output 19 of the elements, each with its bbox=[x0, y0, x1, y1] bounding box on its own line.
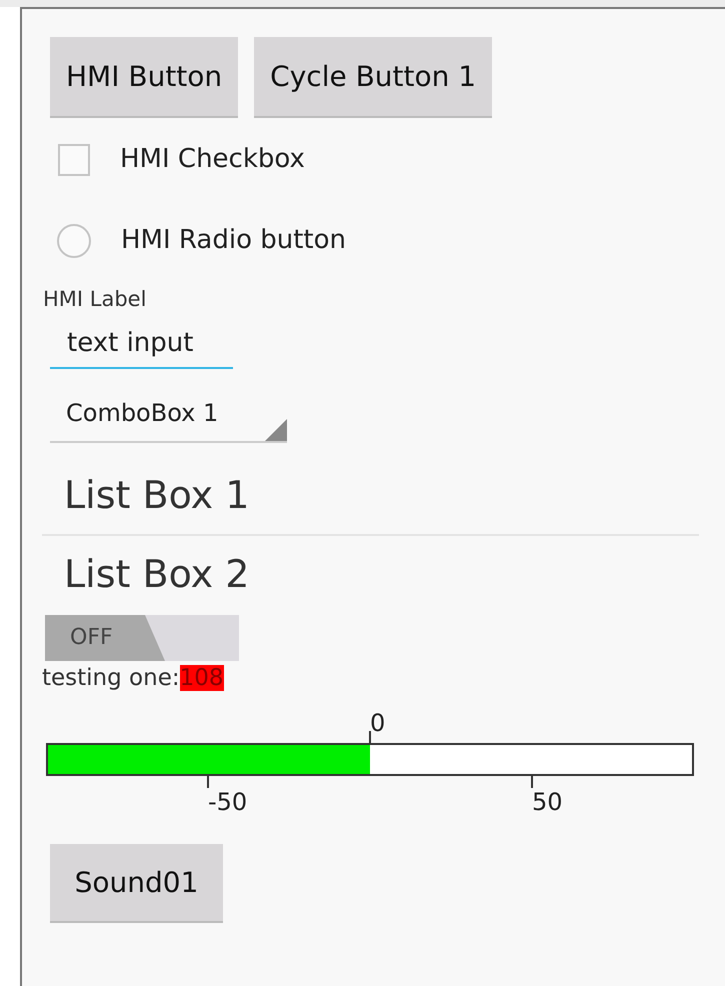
list-item[interactable]: List Box 2 bbox=[50, 536, 725, 612]
combobox[interactable]: ComboBox 1 bbox=[50, 390, 287, 442]
sound-button[interactable]: Sound01 bbox=[50, 844, 223, 921]
radio-label: HMI Radio button bbox=[121, 224, 346, 257]
text-input[interactable]: text input bbox=[50, 324, 233, 368]
dropdown-corner-icon bbox=[265, 418, 287, 440]
checkbox-label: HMI Checkbox bbox=[120, 143, 305, 176]
readout-label: testing one: bbox=[42, 664, 180, 690]
readout-value: 108 bbox=[180, 664, 224, 690]
label: HMI Label bbox=[43, 286, 148, 313]
tick-label: 0 bbox=[370, 711, 386, 735]
tick-label: -50 bbox=[208, 790, 248, 814]
list-item[interactable]: List Box 1 bbox=[50, 456, 725, 534]
radio-button[interactable] bbox=[57, 224, 91, 258]
tick-label: 50 bbox=[532, 790, 563, 814]
button[interactable]: Cycle Button 1 bbox=[254, 37, 492, 116]
checkbox[interactable] bbox=[58, 144, 90, 176]
button[interactable]: HMI Button bbox=[50, 37, 238, 116]
toggle-switch[interactable]: OFF bbox=[45, 614, 239, 660]
